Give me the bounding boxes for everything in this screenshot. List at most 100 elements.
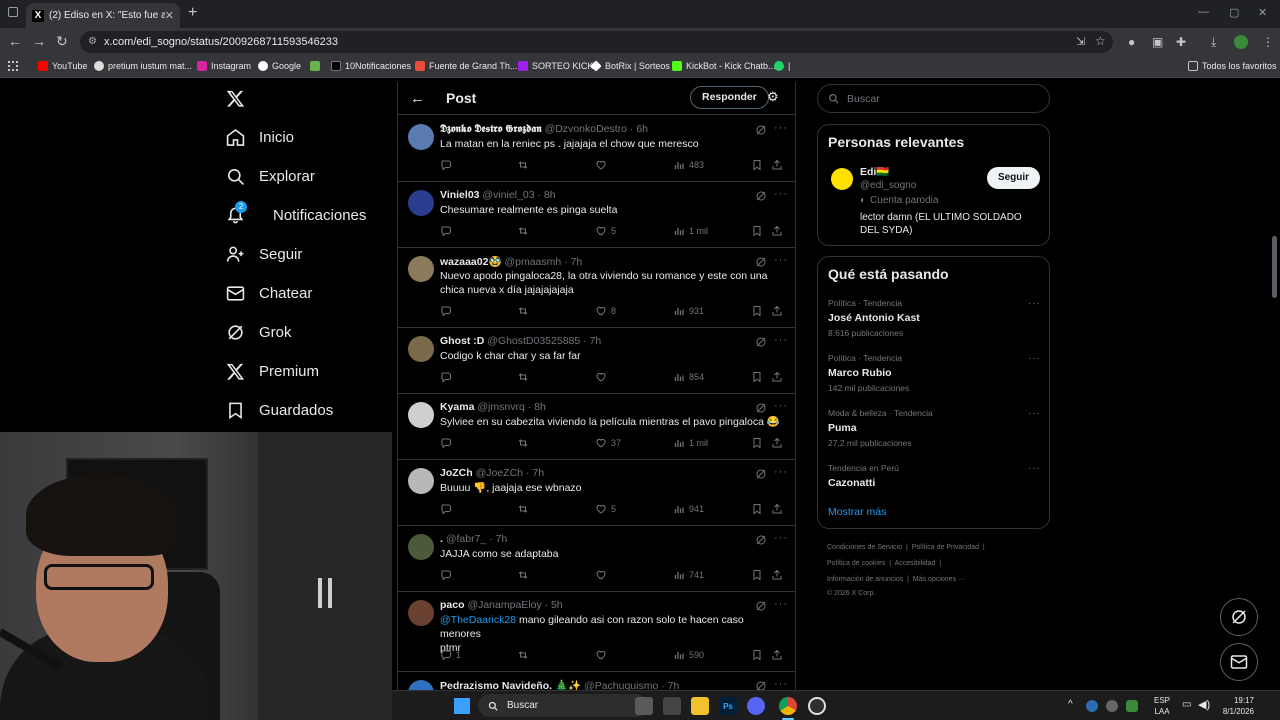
like-button[interactable]: 37 (595, 437, 621, 449)
views-button[interactable]: 483 (673, 159, 704, 171)
avatar[interactable] (408, 402, 434, 428)
more-icon[interactable]: ··· (1028, 408, 1041, 419)
avatar[interactable] (408, 336, 434, 362)
volume-icon[interactable]: ◀) (1198, 698, 1210, 711)
install-icon[interactable]: ⇲ (1076, 35, 1085, 48)
avatar[interactable] (408, 534, 434, 560)
reply-item[interactable]: . @fabr7_ · 7h ··· JAJJA como se adaptaba 7… (398, 526, 795, 592)
reply-item[interactable]: Pedrazismo Navideño. 🎄✨ @Pachuquismo · 7… (398, 672, 795, 690)
more-icon[interactable]: ··· (774, 122, 788, 134)
author-handle[interactable]: @viniel_03 · 8h (482, 189, 555, 201)
like-button[interactable] (595, 649, 611, 661)
bookmark-grand-theft[interactable]: Fuente de Grand Th... (415, 61, 517, 71)
all-bookmarks[interactable]: Todos los favoritos (1188, 61, 1277, 71)
new-tab-icon[interactable]: + (188, 4, 197, 22)
reply-button[interactable] (440, 569, 456, 581)
trend-item[interactable]: Tendencia en Perú Cazonatti ··· (828, 463, 1041, 489)
reply-button[interactable]: Responder (690, 86, 769, 109)
puzzle-icon[interactable]: ✚ (1176, 35, 1186, 49)
views-button[interactable]: 1 mil (673, 225, 708, 237)
more-icon[interactable]: ··· (774, 678, 788, 690)
mention-link[interactable]: @TheDaarick28 (440, 614, 516, 626)
bookmark-instagram[interactable]: Instagram (197, 61, 251, 71)
reload-icon[interactable]: ↻ (56, 33, 68, 49)
views-button[interactable]: 854 (673, 371, 704, 383)
share-button[interactable] (771, 437, 787, 449)
bookmark-botrix[interactable]: BotRix | Sorteos (590, 60, 670, 72)
search-input[interactable]: Buscar (817, 84, 1050, 113)
avatar[interactable] (408, 468, 434, 494)
task-view-icon[interactable] (635, 697, 653, 715)
author-name[interactable]: Viniel03 (440, 189, 480, 201)
post-column[interactable]: ← Post Responder ⚙ 𝕯𝖟𝖔𝖓𝖐𝖔 𝕯𝖊𝖘𝖙𝖗𝖔 𝕲𝖗𝖔𝖟𝖉𝖆𝖓… (397, 82, 796, 690)
sidebar-item-seguir[interactable]: Seguir (226, 245, 302, 264)
trend-item[interactable]: Política · Tendencia Marco Rubio 142 mil… (828, 353, 1041, 393)
share-button[interactable] (771, 159, 787, 171)
tab-search-icon[interactable] (8, 7, 18, 17)
tray-icon[interactable] (1086, 700, 1098, 712)
avatar[interactable] (831, 168, 853, 190)
author-handle[interactable]: @JoeZCh · 7h (476, 467, 544, 479)
follow-button[interactable]: Seguir (987, 167, 1040, 189)
bookmark-button[interactable] (751, 225, 767, 237)
more-icon[interactable]: ··· (1028, 353, 1041, 364)
grok-explain-icon[interactable] (755, 190, 767, 202)
clock[interactable]: 19:17 8/1/2026 (1218, 695, 1254, 717)
avatar[interactable] (408, 680, 434, 690)
reply-button[interactable] (440, 159, 456, 171)
bookmark-youtube[interactable]: YouTube (38, 61, 87, 71)
reply-button[interactable] (440, 225, 456, 237)
retweet-button[interactable] (517, 503, 533, 515)
back-arrow-icon[interactable]: ← (410, 90, 425, 107)
retweet-button[interactable] (517, 649, 533, 661)
maximize-icon[interactable]: ▢ (1229, 6, 1239, 19)
bookmark-button[interactable] (751, 503, 767, 515)
bookmark-misc[interactable] (310, 61, 324, 71)
window-close-icon[interactable]: ✕ (1258, 6, 1267, 19)
author-handle[interactable]: @Pachuquismo · 7h (584, 680, 679, 690)
back-icon[interactable]: ← (8, 33, 22, 49)
trend-item[interactable]: Moda & belleza · Tendencia Puma 27,2 mil… (828, 408, 1041, 448)
grok-explain-icon[interactable] (755, 534, 767, 546)
show-more-link[interactable]: Mostrar más (828, 506, 886, 518)
menu-icon[interactable]: ⋮ (1262, 35, 1274, 49)
reply-button[interactable] (440, 371, 456, 383)
sidebar-item-notificaciones[interactable]: 2 Notificaciones (226, 201, 366, 225)
avatar[interactable] (408, 124, 434, 150)
grok-explain-icon[interactable] (755, 468, 767, 480)
avatar[interactable] (408, 190, 434, 216)
more-icon[interactable]: ··· (774, 254, 788, 266)
bookmark-pretium[interactable]: pretium iustum mat... (94, 61, 192, 71)
like-button[interactable]: 5 (595, 225, 616, 237)
share-button[interactable] (771, 225, 787, 237)
apps-grid-icon[interactable] (8, 61, 18, 71)
sidebar-item-inicio[interactable]: Inicio (226, 128, 294, 147)
reply-item[interactable]: Ghost :D @GhostD03525885 · 7h ··· Codigo k… (398, 328, 795, 394)
bookmark-google[interactable]: Google (258, 61, 301, 71)
reply-button[interactable] (440, 503, 456, 515)
retweet-button[interactable] (517, 437, 533, 449)
share-button[interactable] (771, 371, 787, 383)
network-icon[interactable]: ▭ (1182, 699, 1191, 710)
sidebar-item-premium[interactable]: Premium (226, 362, 319, 381)
author-handle[interactable]: @jmsnvrq · 8h (477, 401, 545, 413)
tray-icon[interactable] (1126, 700, 1138, 712)
views-button[interactable]: 931 (673, 305, 704, 317)
author-name[interactable]: paco (440, 599, 465, 611)
grok-explain-icon[interactable] (755, 600, 767, 612)
views-button[interactable]: 741 (673, 569, 704, 581)
tray-icon[interactable] (1106, 700, 1118, 712)
app-icon[interactable] (663, 697, 681, 715)
bookmark-sorteo-kick[interactable]: SORTEO KICK (518, 61, 593, 71)
bookmark-button[interactable] (751, 371, 767, 383)
retweet-button[interactable] (517, 305, 533, 317)
address-bar[interactable]: ⚙ x.com/edi_sogno/status/200926871159354… (80, 31, 1113, 53)
site-info-icon[interactable]: ⚙ (88, 36, 97, 47)
share-button[interactable] (771, 649, 787, 661)
like-button[interactable] (595, 159, 611, 171)
file-explorer-icon[interactable] (691, 697, 709, 715)
discord-icon[interactable] (747, 697, 765, 715)
photoshop-icon[interactable]: Ps (719, 697, 737, 715)
author-name[interactable]: Ghost :D (440, 335, 484, 347)
avatar[interactable] (408, 600, 434, 626)
